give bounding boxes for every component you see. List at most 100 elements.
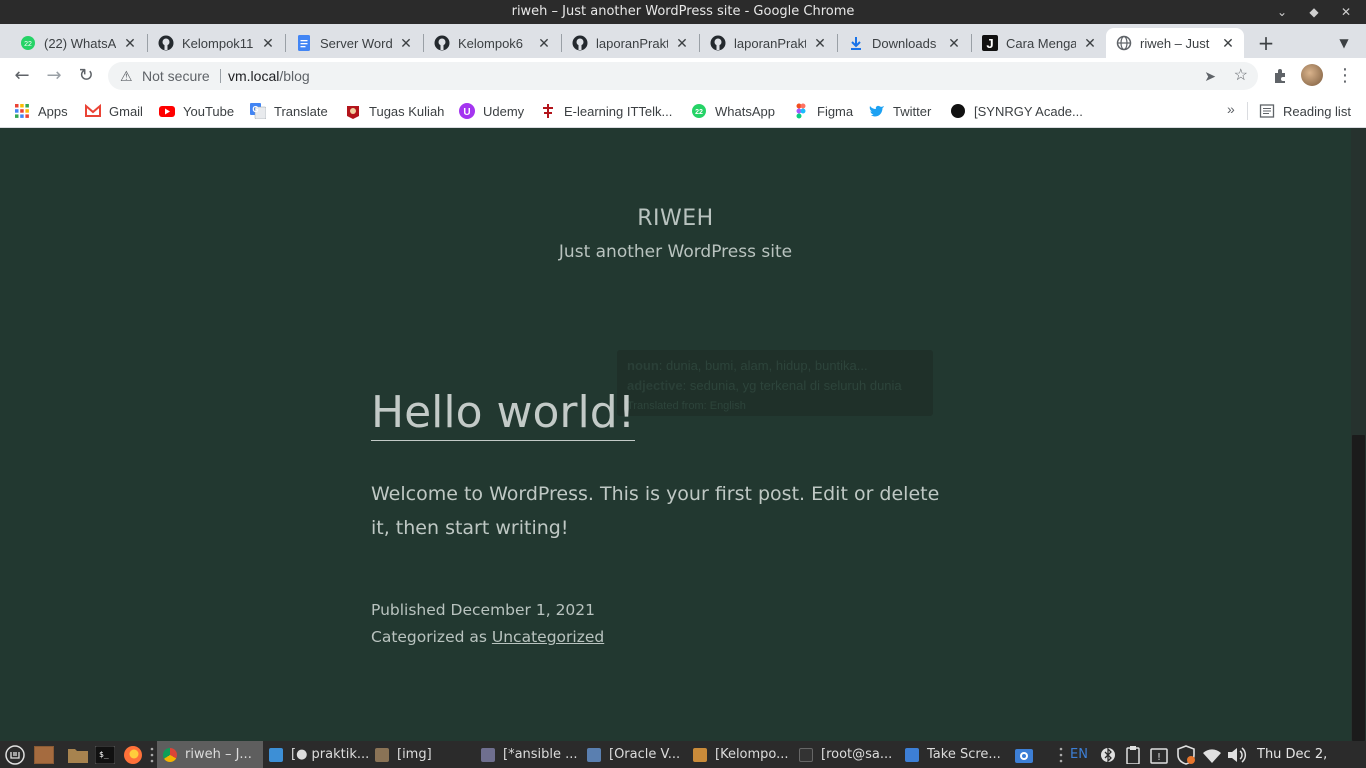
taskbar-task-chrome[interactable]: riweh – J... [157, 741, 263, 768]
chevron-more-icon[interactable]: » [1227, 101, 1235, 117]
close-icon[interactable]: ✕ [122, 35, 138, 52]
close-icon[interactable]: ✕ [674, 35, 690, 52]
tab-strip: 22 (22) WhatsApp ✕ Kelompok11 ✕ Server W… [0, 24, 1366, 58]
bookmark-label: Twitter [893, 103, 932, 119]
dict-adjective-text: sedunia, yg terkenal di seluruh dunia [689, 378, 902, 393]
bookmark-whatsapp[interactable]: 22 WhatsApp [691, 101, 775, 121]
address-bar[interactable]: ⚠ Not secure vm.local/blog ➤ ☆ [108, 62, 1258, 90]
tab-kelompok11[interactable]: Kelompok11 ✕ [148, 28, 284, 58]
shield-icon[interactable] [1175, 744, 1197, 765]
screenshot-applet-icon[interactable] [1013, 744, 1035, 765]
bookmark-youtube[interactable]: YouTube [159, 101, 234, 121]
bookmark-star-icon[interactable]: ☆ [1234, 62, 1248, 90]
github-icon [710, 35, 726, 51]
bookmark-label: E-learning ITTelk... [564, 103, 673, 119]
volume-icon[interactable] [1226, 744, 1248, 765]
wifi-icon[interactable] [1201, 744, 1223, 765]
whatsapp-icon: 22 [20, 35, 36, 51]
tab-laporan-praktikum-2[interactable]: laporanPraktikum ✕ [700, 28, 836, 58]
files-folder-icon[interactable] [67, 744, 89, 765]
taskbar-task-ansible[interactable]: [*ansible ... [475, 741, 581, 768]
post-category-row: Categorized as Uncategorized [371, 624, 604, 651]
category-prefix: Categorized as [371, 628, 487, 646]
dict-noun-label: noun [627, 358, 659, 373]
tab-downloads[interactable]: Downloads ✕ [838, 28, 970, 58]
tab-kelompok6[interactable]: Kelompok6 ✕ [424, 28, 560, 58]
close-icon[interactable]: ✕ [1082, 35, 1098, 52]
close-icon[interactable]: ✕ [946, 35, 962, 52]
minimize-button[interactable]: ⌄ [1276, 0, 1288, 24]
reload-button[interactable]: ↻ [74, 64, 98, 88]
clock[interactable]: Thu Dec 2, 01:46 [1257, 741, 1366, 768]
taskbar-task-kelompok[interactable]: [Kelompo... [687, 741, 793, 768]
taskbar-task-vscode[interactable]: [● praktik... [263, 741, 369, 768]
bluetooth-icon[interactable] [1099, 744, 1117, 765]
terminal-icon[interactable]: $_ [95, 744, 115, 765]
security-label[interactable]: Not secure [142, 62, 210, 90]
kebab-menu-icon[interactable]: ⋮ [1336, 64, 1354, 88]
tab-title: (22) WhatsApp [44, 35, 116, 51]
taskbar-task-terminal[interactable]: [root@sa... [793, 741, 899, 768]
taskbar-task-virtualbox[interactable]: [Oracle V... [581, 741, 687, 768]
close-window-button[interactable]: ✕ [1340, 0, 1352, 24]
text-editor-icon [481, 747, 495, 762]
tray-handle-icon[interactable] [1057, 744, 1065, 765]
task-label: [img] [397, 747, 432, 762]
extensions-puzzle-icon[interactable] [1268, 64, 1292, 88]
update-manager-icon[interactable]: ! [1149, 744, 1169, 765]
taskbar-task-screenshot[interactable]: Take Scre... [899, 741, 1005, 768]
tab-laporan-praktikum-1[interactable]: laporanPraktikum ✕ [562, 28, 698, 58]
bookmark-gmail[interactable]: Gmail [85, 101, 143, 121]
bookmark-elearning[interactable]: E-learning ITTelk... [540, 101, 672, 121]
scrollbar-thumb[interactable] [1352, 435, 1365, 741]
new-tab-button[interactable]: + [1256, 28, 1276, 58]
bookmark-synrgy[interactable]: [SYNRGY Acade... [950, 101, 1083, 121]
send-tab-icon[interactable]: ➤ [1204, 62, 1216, 90]
taskbar-task-img[interactable]: [img] [369, 741, 475, 768]
close-icon[interactable]: ✕ [536, 35, 552, 52]
bookmark-twitter[interactable]: Twitter [869, 101, 931, 121]
youtube-icon [159, 103, 175, 119]
firefox-icon[interactable] [122, 744, 144, 765]
chrome-icon [163, 747, 177, 762]
github-icon [572, 35, 588, 51]
close-icon[interactable]: ✕ [1220, 35, 1236, 52]
forward-button[interactable]: → [42, 64, 66, 88]
mint-menu-icon[interactable] [4, 744, 26, 765]
github-icon [434, 35, 450, 51]
warning-icon[interactable]: ⚠ [120, 62, 133, 90]
bookmark-apps[interactable]: Apps [14, 101, 68, 121]
bookmark-tugas-kuliah[interactable]: Tugas Kuliah [345, 101, 444, 121]
whatsapp-icon: 22 [691, 103, 707, 119]
globe-icon [1116, 35, 1132, 51]
site-title[interactable]: RIWEH [0, 206, 1351, 231]
post-content: Welcome to WordPress. This is your first… [371, 483, 940, 539]
bookmark-translate[interactable]: G Translate [250, 101, 328, 121]
maximize-button[interactable]: ◆ [1308, 0, 1320, 24]
figma-icon [793, 103, 809, 119]
post-title-link[interactable]: Hello world! [371, 386, 636, 441]
clipboard-icon[interactable] [1124, 744, 1142, 765]
terminal-icon [799, 747, 813, 762]
url-text[interactable]: vm.local/blog [228, 62, 310, 90]
reading-list-button[interactable]: Reading list [1259, 101, 1351, 121]
profile-avatar[interactable] [1301, 64, 1323, 86]
svg-text:22: 22 [695, 109, 703, 116]
keyboard-layout-indicator[interactable]: EN [1070, 741, 1088, 768]
close-icon[interactable]: ✕ [812, 35, 828, 52]
back-button[interactable]: ← [10, 64, 34, 88]
bookmark-figma[interactable]: Figma [793, 101, 853, 121]
bookmark-udemy[interactable]: U Udemy [459, 101, 524, 121]
tab-whatsapp[interactable]: 22 (22) WhatsApp ✕ [10, 28, 146, 58]
close-icon[interactable]: ✕ [260, 35, 276, 52]
url-path: /blog [279, 68, 310, 84]
show-desktop-icon[interactable] [33, 744, 55, 765]
close-icon[interactable]: ✕ [398, 35, 414, 52]
category-link[interactable]: Uncategorized [492, 628, 604, 646]
tab-server-wordpress[interactable]: Server WordPress ✕ [286, 28, 422, 58]
tab-riweh-active[interactable]: riweh – Just ✕ [1106, 28, 1244, 58]
tab-cara-mengatasi[interactable]: J Cara Mengatasi ✕ [972, 28, 1106, 58]
udemy-icon: U [459, 103, 475, 119]
panel-handle-icon[interactable] [149, 744, 155, 765]
tab-search-button[interactable]: ▼ [1334, 28, 1354, 58]
